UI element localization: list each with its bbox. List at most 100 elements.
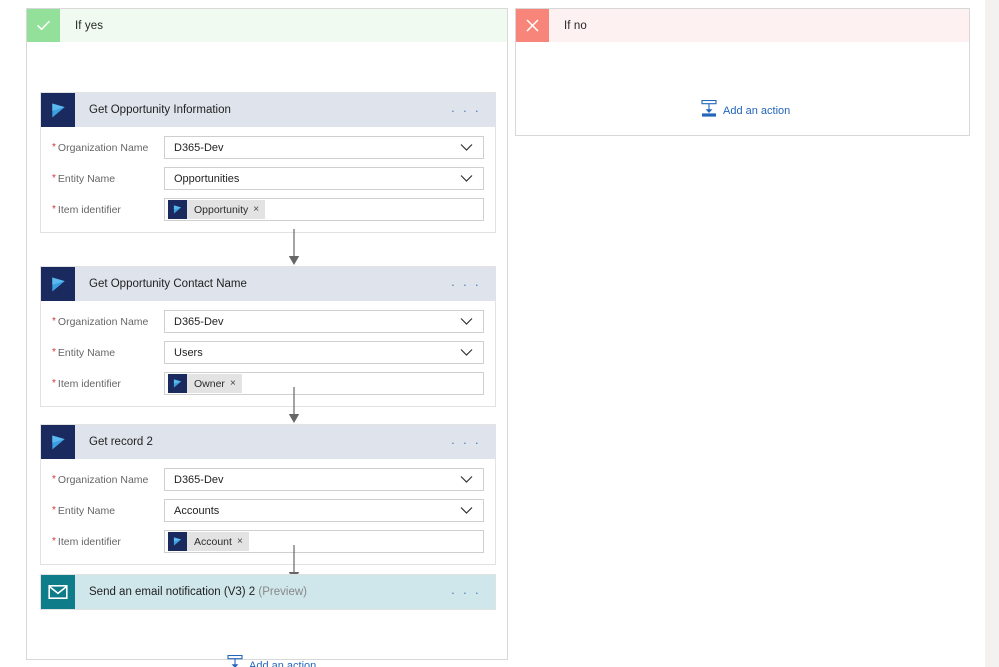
add-an-action-label: Add an action	[723, 105, 791, 117]
field-label: * Entity Name	[52, 347, 164, 359]
preview-badge: (Preview)	[258, 586, 307, 598]
entity-name-dropdown[interactable]: Accounts	[164, 499, 484, 522]
item-identifier-input[interactable]: Account ×	[164, 530, 484, 553]
remove-token-icon[interactable]: ×	[253, 204, 265, 215]
chevron-down-icon[interactable]	[460, 174, 483, 183]
field-value: Opportunities	[174, 172, 240, 185]
chevron-down-icon[interactable]	[460, 506, 483, 515]
action-card-send-an-email-notification[interactable]: Send an email notification (V3) 2 (Previ…	[40, 574, 496, 610]
dynamics365-icon	[41, 267, 75, 301]
action-card-get-opportunity-information[interactable]: Get Opportunity Information · · · * Orga…	[40, 92, 496, 233]
required-asterisk: *	[52, 203, 56, 215]
add-an-action-label: Add an action	[249, 660, 317, 667]
branch-if-yes: If yes Get Opportunity Information · · ·	[26, 8, 508, 667]
field-label: * Item identifier	[52, 536, 164, 548]
dynamic-content-token[interactable]: Owner ×	[168, 374, 242, 393]
required-asterisk: *	[52, 535, 56, 547]
item-identifier-input[interactable]: Owner ×	[164, 372, 484, 395]
action-card-body: * Organization Name D365-Dev * Entity Na…	[41, 301, 495, 406]
field-row-organization-name: * Organization Name D365-Dev	[52, 136, 484, 159]
required-asterisk: *	[52, 172, 56, 184]
field-label: * Item identifier	[52, 204, 164, 216]
action-card-get-record-2[interactable]: Get record 2 · · · * Organization Name D…	[40, 424, 496, 565]
field-row-entity-name: * Entity Name Users	[52, 341, 484, 364]
dynamic-content-token[interactable]: Opportunity ×	[168, 200, 266, 219]
required-asterisk: *	[52, 473, 56, 485]
token-label: Owner	[194, 377, 225, 390]
overflow-menu-icon[interactable]: · · ·	[443, 436, 495, 449]
action-card-header[interactable]: Get Opportunity Contact Name · · ·	[41, 267, 495, 301]
field-label-text: Entity Name	[57, 346, 116, 359]
field-value: Accounts	[174, 504, 220, 517]
entity-name-dropdown[interactable]: Opportunities	[164, 167, 484, 190]
overflow-menu-icon[interactable]: · · ·	[443, 104, 495, 117]
branch-if-no-title: If no	[564, 19, 587, 32]
add-an-action-button-no[interactable]: Add an action	[701, 99, 791, 122]
chevron-down-icon[interactable]	[460, 348, 483, 357]
field-row-item-identifier: * Item identifier	[52, 372, 484, 395]
dynamics365-icon	[168, 200, 187, 219]
field-row-entity-name: * Entity Name Accounts	[52, 499, 484, 522]
field-value: Users	[174, 346, 203, 359]
canvas-right-gutter	[985, 0, 999, 667]
field-label-text: Organization Name	[57, 315, 149, 328]
action-card-get-opportunity-contact-name[interactable]: Get Opportunity Contact Name · · · * Org…	[40, 266, 496, 407]
field-value: D365-Dev	[174, 141, 224, 154]
branch-if-no-body: Add an action	[516, 42, 969, 135]
connector-arrow	[282, 229, 306, 269]
field-label-text: Organization Name	[57, 141, 149, 154]
overflow-menu-icon[interactable]: · · ·	[443, 278, 495, 291]
action-card-title: Send an email notification (V3) 2 (Previ…	[75, 586, 443, 598]
action-title-text: Send an email notification (V3) 2	[89, 586, 256, 598]
action-card-header[interactable]: Get Opportunity Information · · ·	[41, 93, 495, 127]
insert-action-icon	[701, 99, 717, 122]
insert-action-icon	[227, 654, 243, 667]
add-an-action-button-yes[interactable]: Add an action	[227, 654, 317, 667]
action-card-body: * Organization Name D365-Dev * Entity Na…	[41, 459, 495, 564]
dynamics365-icon	[41, 93, 75, 127]
organization-name-dropdown[interactable]: D365-Dev	[164, 310, 484, 333]
field-label-text: Item identifier	[57, 535, 121, 548]
required-asterisk: *	[52, 141, 56, 153]
entity-name-dropdown[interactable]: Users	[164, 341, 484, 364]
chevron-down-icon[interactable]	[460, 317, 483, 326]
required-asterisk: *	[52, 377, 56, 389]
field-row-organization-name: * Organization Name D365-Dev	[52, 468, 484, 491]
field-value: D365-Dev	[174, 315, 224, 328]
field-row-organization-name: * Organization Name D365-Dev	[52, 310, 484, 333]
remove-token-icon[interactable]: ×	[237, 536, 249, 547]
field-row-item-identifier: * Item identifier	[52, 198, 484, 221]
action-title-text: Get record 2	[89, 436, 153, 448]
required-asterisk: *	[52, 346, 56, 358]
field-label: * Organization Name	[52, 142, 164, 154]
chevron-down-icon[interactable]	[460, 475, 483, 484]
dynamic-content-token[interactable]: Account ×	[168, 532, 249, 551]
field-label-text: Entity Name	[57, 504, 116, 517]
branch-if-yes-title: If yes	[75, 19, 104, 32]
overflow-menu-icon[interactable]: · · ·	[443, 586, 495, 599]
action-card-body: * Organization Name D365-Dev * Entity Na…	[41, 127, 495, 232]
flow-designer-canvas: If yes Get Opportunity Information · · ·	[0, 0, 999, 667]
branch-if-no-header: If no	[516, 9, 969, 42]
envelope-icon	[41, 575, 75, 609]
action-card-title: Get Opportunity Contact Name	[75, 278, 443, 290]
action-card-header[interactable]: Send an email notification (V3) 2 (Previ…	[41, 575, 495, 609]
action-card-header[interactable]: Get record 2 · · ·	[41, 425, 495, 459]
branch-if-yes-header: If yes	[27, 9, 507, 42]
action-card-title: Get Opportunity Information	[75, 104, 443, 116]
field-label-text: Organization Name	[57, 473, 149, 486]
action-title-text: Get Opportunity Information	[89, 104, 231, 116]
field-label-text: Item identifier	[57, 203, 121, 216]
organization-name-dropdown[interactable]: D365-Dev	[164, 136, 484, 159]
branch-if-no: If no Add an action	[515, 8, 970, 136]
action-card-title: Get record 2	[75, 436, 443, 448]
field-label-text: Item identifier	[57, 377, 121, 390]
chevron-down-icon[interactable]	[460, 143, 483, 152]
organization-name-dropdown[interactable]: D365-Dev	[164, 468, 484, 491]
required-asterisk: *	[52, 504, 56, 516]
token-label: Opportunity	[194, 203, 249, 216]
dynamics365-icon	[41, 425, 75, 459]
remove-token-icon[interactable]: ×	[230, 378, 242, 389]
item-identifier-input[interactable]: Opportunity ×	[164, 198, 484, 221]
action-title-text: Get Opportunity Contact Name	[89, 278, 247, 290]
